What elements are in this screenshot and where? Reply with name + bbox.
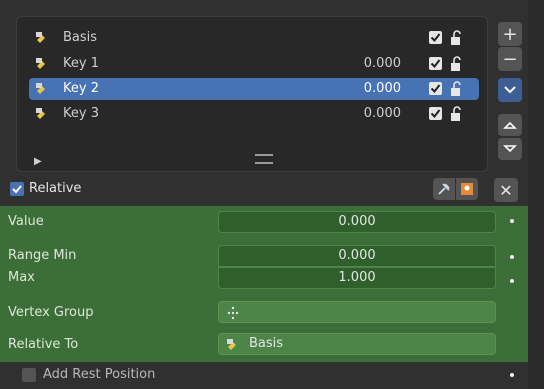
list-item-value[interactable]: 0.000	[341, 106, 401, 121]
vertex-group-label: Vertex Group	[8, 305, 94, 320]
move-down-button[interactable]	[498, 138, 522, 160]
lock-icon[interactable]	[449, 106, 463, 122]
add-shape-key-button[interactable]: +	[498, 22, 522, 46]
keyframe-dot-icon[interactable]	[510, 373, 514, 377]
close-icon: ✕	[499, 180, 513, 200]
shape-key-list[interactable]: Basis Key 1 0.000 Key 2 0.000 Key 3 0.00…	[16, 16, 488, 172]
shape-key-icon	[36, 32, 45, 43]
value-field[interactable]: 0.000	[218, 211, 496, 233]
lock-icon[interactable]	[449, 30, 463, 46]
list-item[interactable]: Key 1 0.000	[29, 53, 479, 75]
max-field[interactable]: 1.000	[218, 267, 496, 289]
scrollbar[interactable]	[528, 0, 544, 389]
specials-menu-button[interactable]	[498, 78, 522, 102]
mute-checkbox[interactable]	[429, 31, 442, 44]
list-item[interactable]: Basis	[29, 27, 479, 49]
shape-key-icon	[227, 339, 236, 350]
range-min-label: Range Min	[8, 248, 77, 263]
plus-icon: +	[502, 23, 518, 45]
move-up-button[interactable]	[498, 114, 522, 136]
lock-icon[interactable]	[449, 81, 463, 97]
edit-mode-icon	[461, 183, 473, 195]
max-label: Max	[8, 270, 35, 285]
shape-key-icon	[36, 108, 45, 119]
triangle-down-icon	[503, 145, 517, 153]
pin-icon	[438, 183, 450, 195]
edit-mode-button[interactable]	[456, 178, 478, 200]
list-item-label: Key 1	[63, 56, 99, 71]
mute-checkbox[interactable]	[429, 57, 442, 70]
keyframe-dot-icon[interactable]	[510, 219, 514, 223]
mute-checkbox[interactable]	[429, 82, 442, 95]
add-rest-position-checkbox[interactable]	[22, 368, 36, 382]
relative-label: Relative	[29, 181, 82, 196]
list-item-selected[interactable]: Key 2 0.000	[29, 78, 479, 100]
chevron-down-icon	[504, 86, 516, 94]
vertex-group-icon	[227, 306, 239, 320]
keyframe-dot-icon[interactable]	[510, 279, 514, 283]
relative-checkbox[interactable]	[10, 182, 24, 196]
keyframe-dot-icon[interactable]	[510, 255, 514, 259]
resize-grip[interactable]	[255, 154, 273, 164]
relative-to-value: Basis	[249, 336, 284, 351]
remove-shape-key-button[interactable]: −	[498, 47, 522, 71]
filter-options-toggle-icon[interactable]: ▶	[34, 156, 42, 167]
list-item[interactable]: Key 3 0.000	[29, 103, 479, 125]
mute-checkbox[interactable]	[429, 107, 442, 120]
minus-icon: −	[502, 48, 518, 70]
list-item-value[interactable]: 0.000	[341, 56, 401, 71]
shape-key-lock-button[interactable]	[433, 178, 455, 200]
list-item-label: Basis	[63, 30, 98, 45]
vertex-group-field[interactable]	[218, 301, 496, 323]
lock-icon[interactable]	[449, 56, 463, 72]
list-item-label: Key 2	[63, 81, 99, 96]
clear-shape-key-button[interactable]: ✕	[494, 178, 518, 202]
add-rest-position-label: Add Rest Position	[43, 367, 156, 382]
value-label: Value	[8, 214, 44, 229]
list-item-label: Key 3	[63, 106, 99, 121]
relative-to-label: Relative To	[8, 337, 79, 352]
relative-to-field[interactable]: Basis	[218, 333, 496, 355]
shape-key-icon	[36, 83, 45, 94]
list-item-value[interactable]: 0.000	[341, 81, 401, 96]
shape-key-icon	[36, 58, 45, 69]
range-min-field[interactable]: 0.000	[218, 245, 496, 267]
triangle-up-icon	[503, 121, 517, 129]
